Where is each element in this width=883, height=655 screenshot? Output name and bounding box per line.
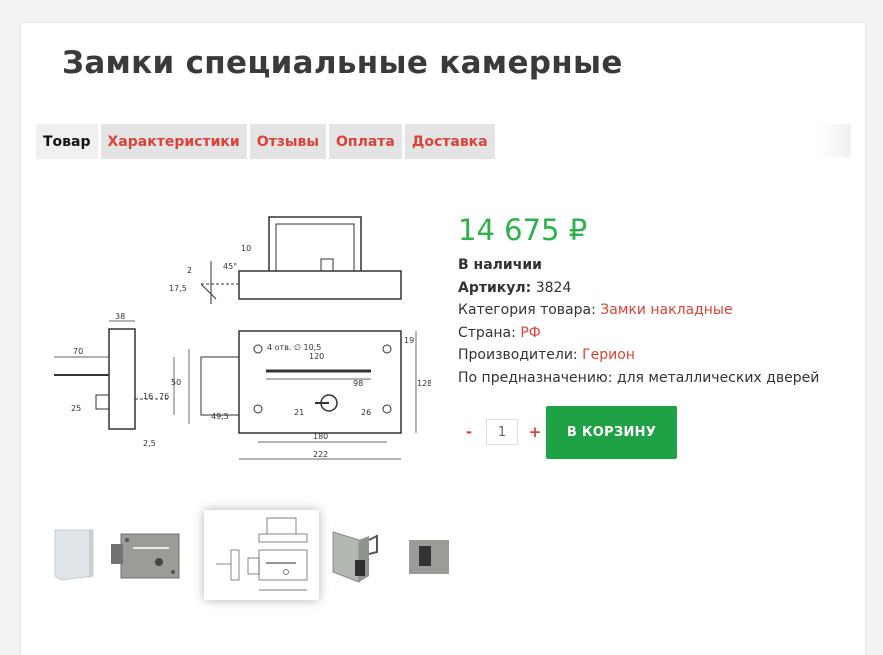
tab-characteristics[interactable]: Характеристики xyxy=(100,124,247,159)
quantity-minus-button[interactable]: - xyxy=(461,423,477,441)
tab-product[interactable]: Товар xyxy=(36,124,98,159)
tabs-scroll-fade xyxy=(818,124,851,157)
quantity-stepper: - + xyxy=(461,419,543,445)
drawing-dim: 2,5 xyxy=(143,439,156,448)
drawing-dim: 2 xyxy=(187,266,192,275)
maker-link[interactable]: Герион xyxy=(582,347,635,363)
product-card: Замки специальные камерные Товар Характе… xyxy=(20,22,866,655)
drawing-dim: 120 xyxy=(309,352,324,361)
thumbnail-lock-front[interactable] xyxy=(111,526,189,584)
drawing-dim: 19 xyxy=(404,336,414,345)
purpose-label: По предназначению: xyxy=(458,369,613,386)
drawing-dim: 70 xyxy=(73,347,83,356)
stock-status: В наличии xyxy=(458,257,542,273)
drawing-dim: 49,5 xyxy=(211,412,229,421)
page-title: Замки специальные камерные xyxy=(62,45,623,81)
drawing-dim: 50 xyxy=(171,378,181,387)
country-link[interactable]: РФ xyxy=(520,325,541,341)
add-to-cart-button[interactable]: В КОРЗИНУ xyxy=(546,406,677,459)
drawing-dim: 26 xyxy=(361,408,371,417)
thumbnail-lock-angle[interactable] xyxy=(329,526,391,584)
drawing-dim: 21 xyxy=(294,408,304,417)
drawing-dim: 180 xyxy=(313,432,328,441)
drawing-dim: 4 отв. ∅ 10,5 xyxy=(267,343,321,352)
drawing-dim: 25 xyxy=(71,404,81,413)
sku-label: Артикул: xyxy=(458,279,532,296)
drawing-dim: 76 xyxy=(159,392,169,401)
quantity-input[interactable] xyxy=(486,419,518,445)
lock-detail-image xyxy=(407,526,449,584)
lock-drawing-thumb xyxy=(204,510,319,600)
drawing-dim: 45° xyxy=(223,262,237,271)
product-main-image[interactable]: 10 2 45° 17,5 38 70 76 50 16 25 2,5 49,5… xyxy=(51,199,432,480)
lock-front-image xyxy=(111,526,189,584)
category-link[interactable]: Замки накладные xyxy=(600,302,732,318)
drawing-dim: 38 xyxy=(115,312,125,321)
drawing-dim: 98 xyxy=(353,379,363,388)
lock-angle-image xyxy=(329,526,391,584)
tab-delivery[interactable]: Доставка xyxy=(404,124,495,159)
purpose-value: для металлических дверей xyxy=(616,369,820,386)
drawing-dim: 17,5 xyxy=(169,284,187,293)
thumbnail-lock-detail[interactable] xyxy=(407,526,449,584)
thumbnail-lock-side[interactable] xyxy=(53,526,96,584)
drawing-dim: 16 xyxy=(143,392,153,401)
category-label: Категория товара: xyxy=(458,302,596,318)
drawing-dim: 128 xyxy=(417,379,431,388)
quantity-plus-button[interactable]: + xyxy=(527,423,543,441)
country-label: Страна: xyxy=(458,324,516,341)
product-tabs: Товар Характеристики Отзывы Оплата Доста… xyxy=(36,124,495,159)
tab-payment[interactable]: Оплата xyxy=(329,124,402,159)
drawing-dim: 222 xyxy=(313,450,328,459)
sku-value: 3824 xyxy=(535,279,572,296)
lock-side-image xyxy=(53,526,96,584)
drawing-dim: 10 xyxy=(241,244,251,253)
maker-label: Производители: xyxy=(458,347,578,363)
tab-reviews[interactable]: Отзывы xyxy=(249,124,327,159)
product-price: 14 675 ₽ xyxy=(458,213,588,247)
lock-technical-drawing: 10 2 45° 17,5 38 70 76 50 16 25 2,5 49,5… xyxy=(54,216,432,460)
thumbnail-strip xyxy=(51,510,449,600)
product-info: В наличии Артикул: 3824 Категория товара… xyxy=(458,254,819,389)
thumbnail-lock-drawing[interactable] xyxy=(204,510,319,600)
